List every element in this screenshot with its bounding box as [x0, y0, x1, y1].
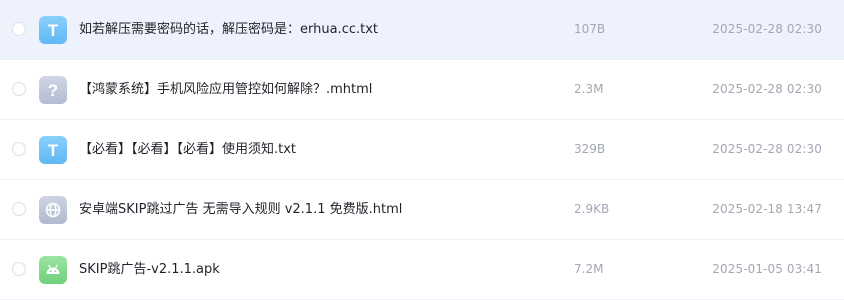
row-checkbox[interactable] [12, 202, 26, 216]
file-size: 329B [574, 142, 606, 156]
file-date: 2025-02-18 13:47 [712, 202, 822, 216]
file-date: 2025-02-28 02:30 [712, 142, 822, 156]
file-list: T 如若解压需要密码的话，解压密码是：erhua.cc.txt 107B 202… [0, 0, 844, 300]
file-date: 2025-02-28 02:30 [712, 22, 822, 36]
txt-file-icon: T [39, 136, 67, 164]
unknown-file-icon: ? [39, 76, 67, 104]
row-checkbox[interactable] [12, 142, 26, 156]
file-row[interactable]: ? 【鸿蒙系统】手机风险应用管控如何解除？.mhtml 2.3M 2025-02… [0, 60, 844, 120]
html-file-icon [39, 196, 67, 224]
file-name[interactable]: 安卓端SKIP跳过广告 无需导入规则 v2.1.1 免费版.html [79, 180, 402, 239]
file-name[interactable]: 【必看】【必看】【必看】使用须知.txt [79, 120, 296, 179]
file-row[interactable]: SKIP跳广告-v2.1.1.apk 7.2M 2025-01-05 03:41 [0, 240, 844, 300]
svg-text:T: T [48, 21, 59, 40]
apk-file-icon [39, 256, 67, 284]
svg-text:T: T [48, 141, 59, 160]
row-checkbox[interactable] [12, 262, 26, 276]
txt-file-icon: T [39, 16, 67, 44]
row-checkbox[interactable] [12, 82, 26, 96]
file-name[interactable]: 如若解压需要密码的话，解压密码是：erhua.cc.txt [79, 0, 378, 59]
row-checkbox[interactable] [12, 22, 26, 36]
file-size: 2.3M [574, 82, 604, 96]
file-row[interactable]: T 如若解压需要密码的话，解压密码是：erhua.cc.txt 107B 202… [0, 0, 844, 60]
file-name[interactable]: SKIP跳广告-v2.1.1.apk [79, 240, 220, 299]
file-size: 7.2M [574, 262, 604, 276]
file-date: 2025-02-28 02:30 [712, 82, 822, 96]
svg-text:?: ? [48, 81, 58, 100]
file-row[interactable]: 安卓端SKIP跳过广告 无需导入规则 v2.1.1 免费版.html 2.9KB… [0, 180, 844, 240]
file-size: 2.9KB [574, 202, 610, 216]
file-date: 2025-01-05 03:41 [712, 262, 822, 276]
file-row[interactable]: T 【必看】【必看】【必看】使用须知.txt 329B 2025-02-28 0… [0, 120, 844, 180]
file-name[interactable]: 【鸿蒙系统】手机风险应用管控如何解除？.mhtml [79, 60, 372, 119]
file-size: 107B [574, 22, 606, 36]
